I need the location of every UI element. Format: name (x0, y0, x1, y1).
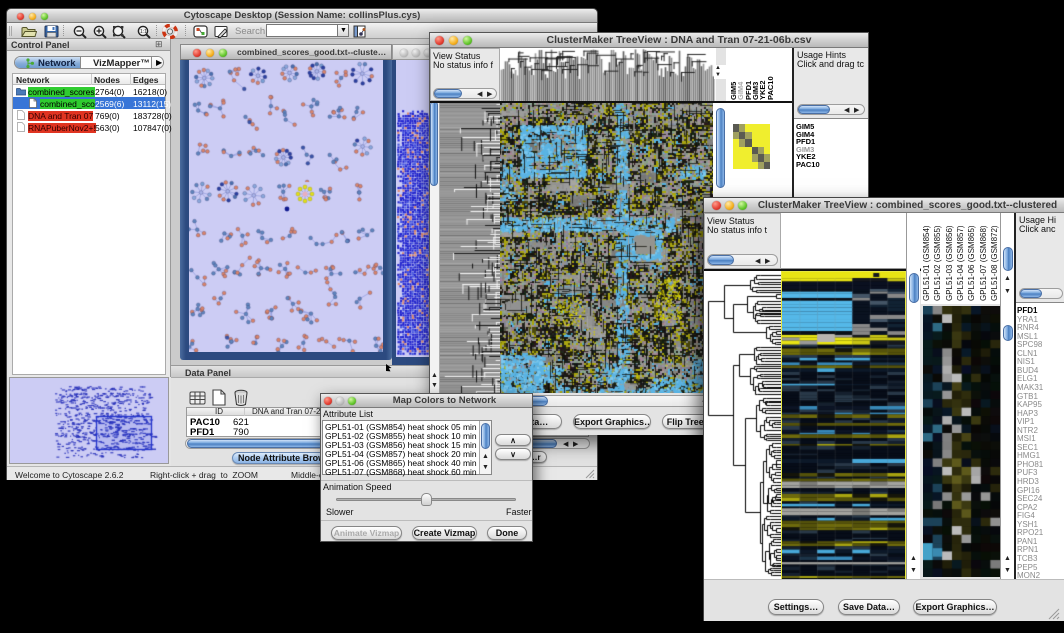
svg-text:1:1: 1:1 (140, 29, 147, 35)
